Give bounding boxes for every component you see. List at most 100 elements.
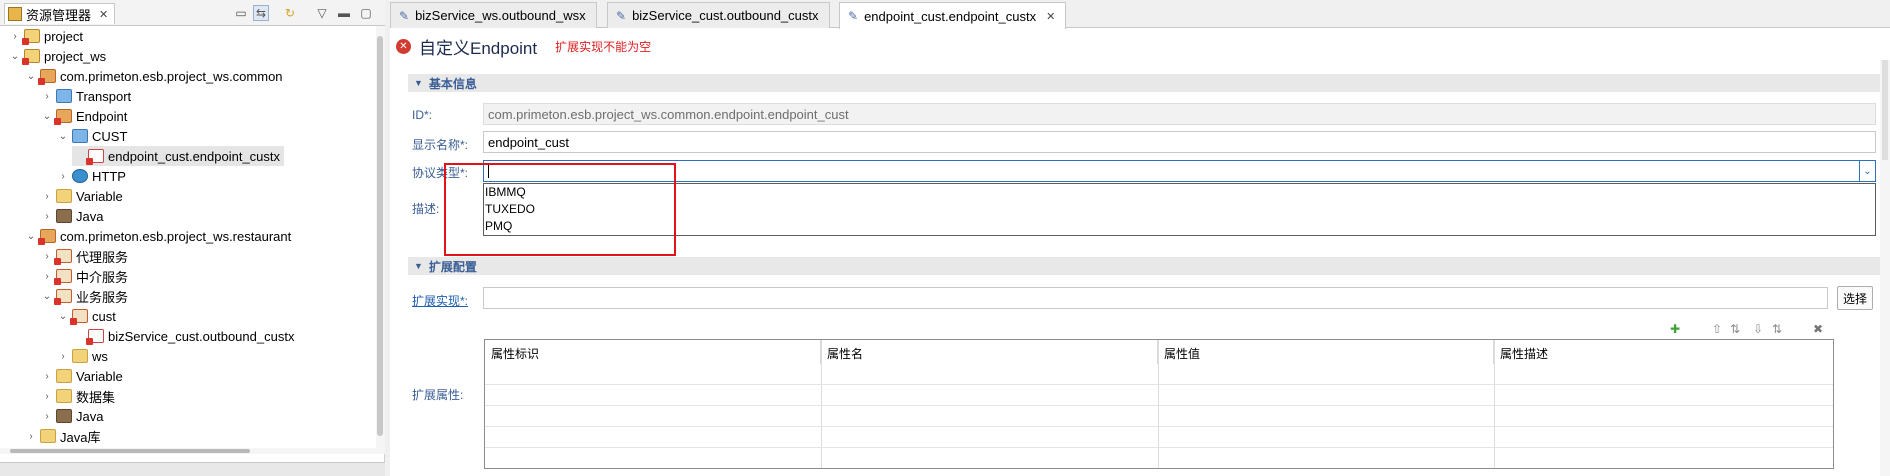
move-up-icon[interactable]: ⇅ [1728,322,1742,336]
package-icon [54,109,72,125]
editor-vertical-scrollbar[interactable] [1880,60,1890,476]
select-button-label: 选择 [1842,291,1867,306]
tree-item-label: 数据集 [76,389,116,405]
add-icon[interactable]: ✚ [1668,322,1682,336]
tree-item[interactable]: bizService_cust.outbound_custx [72,326,298,346]
file-icon: ✎ [848,9,859,23]
select-button[interactable]: 选择 [1837,286,1873,310]
column-header[interactable]: 属性名 [821,340,1158,364]
tree-item[interactable]: › ws [56,346,112,366]
close-icon[interactable]: ✕ [99,8,108,21]
column-header[interactable]: 属性值 [1158,340,1494,364]
chevron-down-icon[interactable]: ⌄ [24,71,38,82]
delete-icon[interactable]: ✖ [1811,322,1825,336]
chevron-down-icon[interactable]: ⌄ [56,311,70,322]
tree-item[interactable]: › 代理服务 [40,246,132,266]
ext-impl-link[interactable]: 扩展实现*: [412,292,468,309]
tree-item[interactable]: › 中介服务 [40,266,132,286]
close-icon[interactable]: ✕ [1046,10,1055,23]
folder-icon [56,369,72,383]
tree-item-label: endpoint_cust.endpoint_custx [108,148,281,164]
move-top-icon[interactable]: ⇧ [1710,322,1724,336]
tree-item[interactable]: › project [8,26,87,46]
column-header[interactable]: 属性标识 [485,340,821,364]
id-field: com.primeton.esb.project_ws.common.endpo… [483,103,1876,125]
move-bottom-icon[interactable]: ⇅ [1770,322,1784,336]
tree-item[interactable]: › Variable [40,186,127,206]
protocol-type-select[interactable]: ⌄ [483,160,1876,182]
chevron-right-icon[interactable]: › [40,211,54,222]
explorer-tab[interactable]: 资源管理器 ✕ [4,3,116,24]
maximize-icon[interactable]: ▢ [358,5,374,21]
tree-item[interactable]: ⌄ project_ws [8,46,110,66]
tree-item[interactable]: › Java库 [24,426,104,446]
move-down-icon[interactable]: ⇩ [1751,322,1765,336]
ext-properties-table[interactable]: 属性标识 属性名 属性值 属性描述 [484,339,1834,469]
tree-item-label: project_ws [44,48,107,64]
chevron-right-icon[interactable]: › [40,391,54,402]
chevron-right-icon[interactable]: › [40,411,54,422]
collapse-triangle-icon: ▼ [414,78,423,88]
chevron-right-icon[interactable]: › [40,191,54,202]
scrollbar-thumb[interactable] [1882,60,1888,160]
table-row[interactable] [485,384,1833,405]
link-editor-icon[interactable]: ⇆ [253,5,269,21]
tree-item[interactable]: ⌄ Endpoint [40,106,131,126]
view-menu-icon[interactable]: ▽ [314,5,330,21]
tree-item[interactable]: ⌄ cust [56,306,120,326]
folder-icon [56,389,72,403]
table-row[interactable] [485,405,1833,426]
chevron-down-icon[interactable]: ⌄ [40,111,54,122]
module-icon [56,89,72,103]
chevron-down-icon[interactable]: ⌄ [8,51,22,62]
scrollbar-thumb[interactable] [10,449,250,453]
chevron-down-icon[interactable]: ⌄ [56,131,70,142]
table-row[interactable] [485,447,1833,468]
tree-vertical-scrollbar[interactable] [376,26,385,454]
table-row[interactable] [485,426,1833,447]
chevron-right-icon[interactable]: › [8,31,22,42]
chevron-right-icon[interactable]: › [56,351,70,362]
tree-horizontal-scrollbar[interactable] [0,448,376,454]
chevron-right-icon[interactable]: › [40,371,54,382]
chevron-right-icon[interactable]: › [40,91,54,102]
chevron-down-icon[interactable]: ⌄ [40,291,54,302]
dropdown-option[interactable]: PMQ [484,218,1875,235]
dropdown-option[interactable]: TUXEDO [484,201,1875,218]
globe-icon [72,169,88,183]
tree-item[interactable]: › 数据集 [40,386,119,406]
folder-icon [72,349,88,363]
chevron-down-icon[interactable]: ⌄ [1859,161,1875,181]
chevron-right-icon[interactable]: › [56,171,70,182]
section-basic-info[interactable]: ▼ 基本信息 [408,74,1880,92]
display-name-field[interactable]: endpoint_cust [483,131,1876,153]
display-name-label: 显示名称*: [412,138,469,152]
editor-tabbar: ✎ bizService_ws.outbound_wsx ✎ bizServic… [390,0,1890,29]
column-header[interactable]: 属性描述 [1494,340,1833,364]
tree-item[interactable]: › Java [40,206,107,226]
tree-item[interactable]: ⌄ com.primeton.esb.project_ws.common [24,66,287,86]
scrollbar-thumb[interactable] [377,36,383,436]
tree-item[interactable]: ⌄ 业务服务 [40,286,132,306]
tab-bizservice-cust[interactable]: ✎ bizService_cust.outbound_custx [607,2,830,28]
dropdown-option[interactable]: IBMMQ [484,184,1875,201]
tree-item[interactable]: ⌄ com.primeton.esb.project_ws.restaurant [24,226,295,246]
collapse-all-icon[interactable]: ▭ [233,5,249,21]
tree-item[interactable]: › Variable [40,366,127,386]
tree-item[interactable]: endpoint_cust.endpoint_custx [72,146,285,166]
chevron-right-icon[interactable]: › [40,251,54,262]
tree-item[interactable]: › Java [40,406,107,426]
section-extension-config[interactable]: ▼ 扩展配置 [408,257,1880,275]
chevron-right-icon[interactable]: › [40,271,54,282]
chevron-right-icon[interactable]: › [24,431,38,442]
ext-impl-field[interactable] [483,287,1828,309]
minimize-icon[interactable]: ▬ [336,5,352,21]
tree-item[interactable]: › HTTP [56,166,130,186]
tree-item[interactable]: ⌄ CUST [56,126,131,146]
tab-endpoint-cust[interactable]: ✎ endpoint_cust.endpoint_custx ✕ [839,2,1067,29]
tree-item-label: Java [76,208,104,224]
refresh-icon[interactable]: ↻ [282,5,298,21]
chevron-down-icon[interactable]: ⌄ [24,231,38,242]
tree-item[interactable]: › Transport [40,86,135,106]
tab-bizservice-ws[interactable]: ✎ bizService_ws.outbound_wsx [390,2,597,28]
